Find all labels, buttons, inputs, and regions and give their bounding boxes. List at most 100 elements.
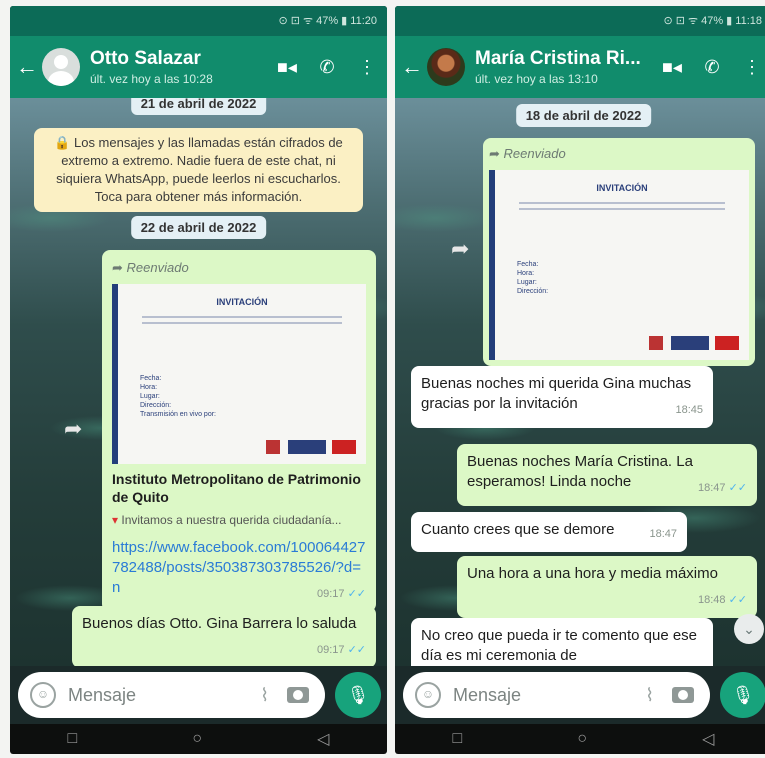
flyer-field: Lugar:	[517, 279, 537, 286]
message-time: 18:45	[675, 404, 703, 416]
forwarded-label: ➦ Reenviado	[489, 144, 749, 164]
contact-name: María Cristina Ri...	[475, 48, 641, 69]
back-nav-icon[interactable]: ◁	[702, 729, 714, 749]
camera-icon[interactable]	[287, 687, 309, 703]
phone-call-icon[interactable]: ✆	[692, 57, 732, 78]
emoji-icon[interactable]: ☺	[415, 682, 441, 708]
right-phone-screen: ⊙ ⊡ ᯤ 47% ▮ 11:18 ← María Cristina Ri...…	[395, 6, 765, 754]
flyer-field: Dirección:	[140, 402, 172, 409]
flyer-field: Transmisión en vivo por:	[140, 411, 216, 418]
link-preview-title: Instituto Metropolitano de Patrimonio de…	[112, 471, 361, 505]
message-text: Una hora a una hora y media máximo	[467, 565, 718, 582]
flyer-title: INVITACIÓN	[216, 297, 268, 307]
avatar[interactable]	[427, 48, 465, 86]
link-preview-description: ▾ Invitamos a nuestra querida ciudadanía…	[112, 510, 366, 530]
flyer-field: Hora:	[517, 270, 535, 277]
flyer-fields: Fecha: Hora: Lugar: Dirección: Transmisi…	[140, 374, 216, 419]
share-icon[interactable]: ➦	[451, 236, 469, 262]
message-bubble[interactable]: Buenas noches mi querida Gina muchas gra…	[411, 366, 713, 428]
back-arrow-icon[interactable]: ←	[399, 54, 425, 80]
avatar[interactable]	[42, 48, 80, 86]
forwarded-label: ➦ Reenviado	[112, 258, 366, 278]
link-url[interactable]: https://www.facebook.com/100064427782488…	[112, 538, 366, 600]
flyer-title: INVITACIÓN	[596, 183, 648, 193]
paperclip-icon[interactable]: ⌇	[260, 685, 269, 706]
flyer-field: Hora:	[140, 384, 158, 391]
message-bubble[interactable]: Buenas noches María Cristina. La esperam…	[457, 444, 757, 506]
chat-header: ← Otto Salazar últ. vez hoy a las 10:28 …	[10, 36, 387, 98]
paperclip-icon[interactable]: ⌇	[645, 685, 654, 706]
status-bar: ⊙ ⊡ ᯤ 47% ▮ 11:20	[10, 6, 387, 36]
back-arrow-icon[interactable]: ←	[14, 54, 40, 80]
double-check-icon: ✓✓	[728, 594, 747, 606]
message-input[interactable]: Mensaje	[453, 685, 645, 706]
recents-icon[interactable]: □	[68, 730, 78, 748]
message-time: 18:47 ✓✓	[697, 482, 747, 494]
invitation-flyer-image[interactable]: INVITACIÓN Fecha: Hora: Lugar: Dirección…	[489, 170, 749, 360]
more-vert-icon[interactable]: ⋮	[347, 57, 387, 78]
composer: ☺ Mensaje ⌇ 🎙	[10, 666, 387, 724]
forwarded-text: Reenviado	[126, 260, 189, 275]
message-text: Buenas noches mi querida Gina muchas gra…	[421, 375, 692, 412]
last-seen: últ. vez hoy a las 10:28	[90, 72, 213, 86]
flyer-logos	[266, 440, 356, 454]
scroll-down-icon[interactable]: ⌄	[734, 614, 764, 644]
double-check-icon: ✓✓	[347, 588, 366, 600]
last-seen: últ. vez hoy a las 13:10	[475, 72, 598, 86]
emoji-icon[interactable]: ☺	[30, 682, 56, 708]
message-text: Buenos días Otto. Gina Barrera lo saluda	[82, 615, 357, 632]
message-text: Buenas noches María Cristina. La esperam…	[467, 453, 693, 490]
message-input-container[interactable]: ☺ Mensaje ⌇	[403, 672, 710, 718]
forwarded-text: Reenviado	[503, 146, 566, 161]
chat-header: ← María Cristina Ri... últ. vez hoy a la…	[395, 36, 765, 98]
link-desc-text: Invitamos a nuestra querida ciudadanía..…	[121, 513, 342, 527]
message-text: Cuanto crees que se demore	[421, 521, 615, 538]
back-nav-icon[interactable]: ◁	[317, 729, 329, 749]
invitation-flyer-image[interactable]: INVITACIÓN Fecha: Hora: Lugar: Dirección…	[112, 284, 366, 464]
contact-name: Otto Salazar	[90, 48, 201, 69]
more-vert-icon[interactable]: ⋮	[732, 57, 765, 78]
caret-icon: ▾	[112, 513, 119, 527]
chat-area[interactable]: 21 de abril de 2022 🔒 Los mensajes y las…	[10, 98, 387, 666]
message-input-container[interactable]: ☺ Mensaje ⌇	[18, 672, 325, 718]
message-bubble[interactable]: No creo que pueda ir te comento que ese …	[411, 618, 713, 666]
contact-info[interactable]: María Cristina Ri... últ. vez hoy a las …	[475, 48, 652, 86]
flyer-logos	[649, 336, 739, 350]
message-time: 09:17 ✓✓	[316, 588, 366, 600]
video-call-icon[interactable]: ■◂	[267, 57, 307, 78]
double-check-icon: ✓✓	[728, 482, 747, 494]
message-bubble[interactable]: Cuanto crees que se demore 18:47	[411, 512, 687, 552]
message-time: 09:17 ✓✓	[316, 644, 366, 656]
message-time: 18:47	[649, 528, 677, 540]
double-check-icon: ✓✓	[347, 644, 366, 656]
flyer-field: Fecha:	[517, 261, 539, 268]
camera-icon[interactable]	[672, 687, 694, 703]
forwarded-image-message[interactable]: ➦ Reenviado INVITACIÓN Fecha: Hora: Luga…	[483, 138, 755, 366]
phone-call-icon[interactable]: ✆	[307, 57, 347, 78]
recents-icon[interactable]: □	[453, 730, 463, 748]
encryption-notice[interactable]: 🔒 Los mensajes y las llamadas están cifr…	[34, 128, 363, 212]
message-input[interactable]: Mensaje	[68, 685, 260, 706]
microphone-icon[interactable]: 🎙	[720, 672, 765, 718]
flyer-field: Fecha:	[140, 375, 162, 382]
left-phone-screen: ⊙ ⊡ ᯤ 47% ▮ 11:20 ← Otto Salazar últ. ve…	[10, 6, 387, 754]
flyer-field: Lugar:	[140, 393, 160, 400]
forward-icon: ➦	[489, 146, 500, 161]
video-call-icon[interactable]: ■◂	[652, 57, 692, 78]
home-icon[interactable]: ○	[577, 730, 587, 748]
message-bubble[interactable]: Buenos días Otto. Gina Barrera lo saluda…	[72, 606, 376, 666]
message-time: 18:48 ✓✓	[697, 594, 747, 606]
date-pill: 21 de abril de 2022	[130, 98, 267, 115]
date-pill: 22 de abril de 2022	[130, 216, 267, 239]
flyer-fields: Fecha: Hora: Lugar: Dirección:	[517, 260, 548, 296]
system-nav-bar: □ ○ ◁	[10, 724, 387, 754]
message-bubble[interactable]: Una hora a una hora y media máximo 18:48…	[457, 556, 757, 618]
contact-info[interactable]: Otto Salazar últ. vez hoy a las 10:28	[90, 48, 267, 86]
composer: ☺ Mensaje ⌇ 🎙	[395, 666, 765, 724]
status-bar: ⊙ ⊡ ᯤ 47% ▮ 11:18	[395, 6, 765, 36]
share-icon[interactable]: ➦	[64, 416, 82, 442]
forwarded-link-message[interactable]: ➦ Reenviado INVITACIÓN Fecha: Hora: Luga…	[102, 250, 376, 612]
chat-area[interactable]: 18 de abril de 2022 ➦ Reenviado INVITACI…	[395, 98, 765, 666]
microphone-icon[interactable]: 🎙	[335, 672, 381, 718]
home-icon[interactable]: ○	[192, 730, 202, 748]
